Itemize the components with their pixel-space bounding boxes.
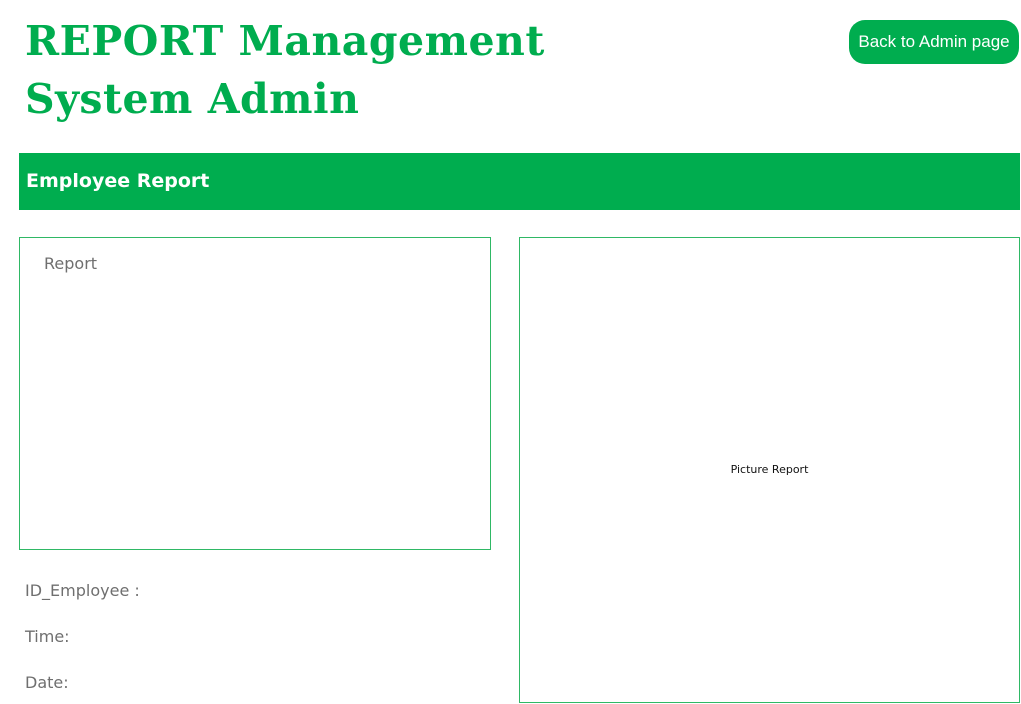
page-title-line-2: System Admin: [25, 75, 360, 123]
back-to-admin-button[interactable]: Back to Admin page: [849, 20, 1019, 64]
page-title-line-1: REPORT Management: [25, 17, 545, 65]
report-label: Report: [44, 254, 98, 273]
report-text-area[interactable]: Report: [19, 237, 491, 550]
picture-report-label: Picture Report: [730, 463, 809, 476]
section-banner: Employee Report: [19, 153, 1020, 210]
id-employee-label: ID_Employee :: [25, 581, 140, 600]
date-label: Date:: [25, 673, 69, 692]
time-label: Time:: [25, 627, 70, 646]
section-title: Employee Report: [26, 170, 210, 192]
page-title: REPORT Management System Admin: [25, 12, 545, 128]
picture-report-panel: Picture Report: [519, 237, 1020, 703]
